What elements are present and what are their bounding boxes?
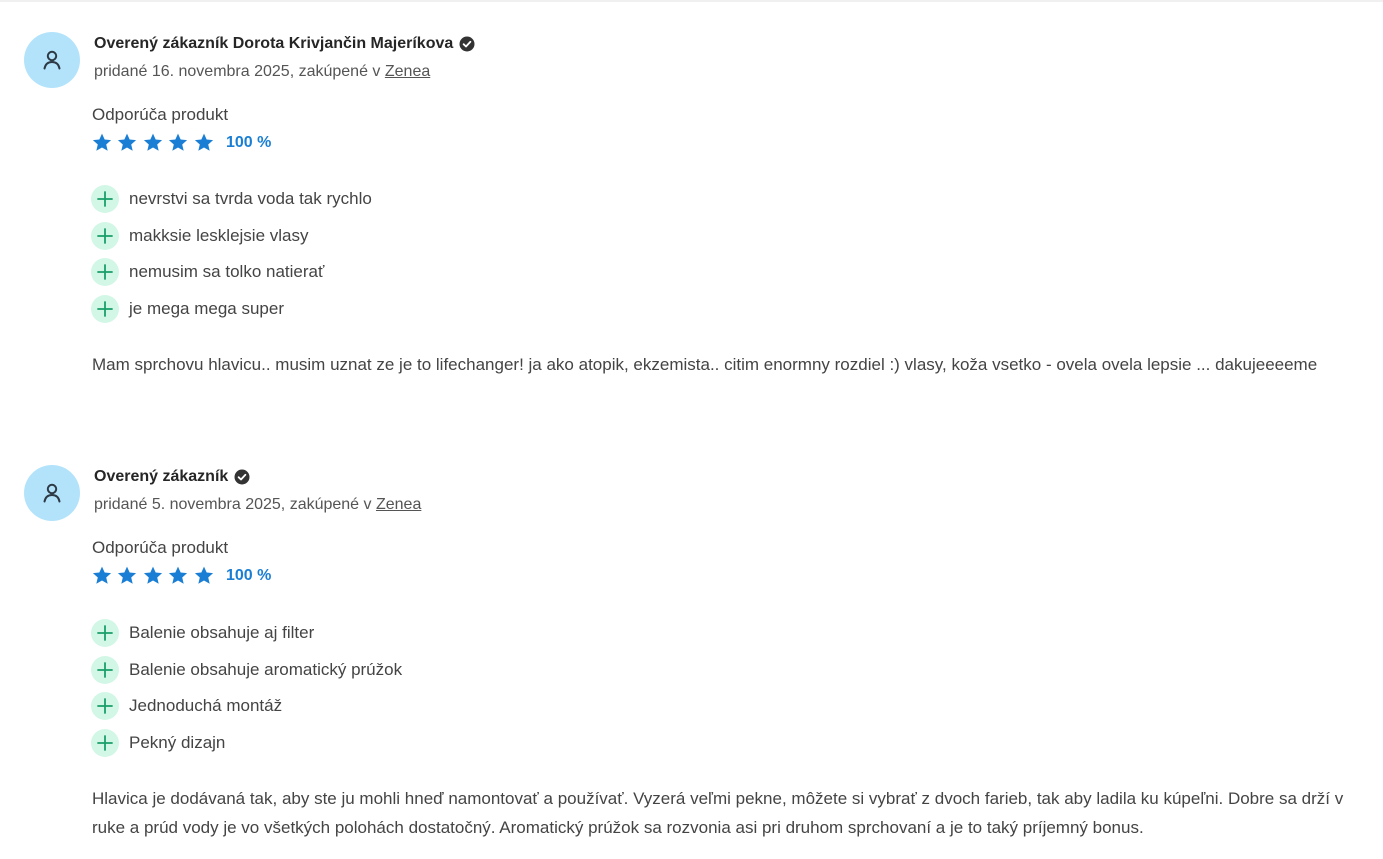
pro-text: Jednoduchá montáž bbox=[129, 696, 283, 716]
recommends-label: Odporúča produkt bbox=[92, 538, 229, 557]
pros-list: nevrstvi sa tvrda voda tak rychlo makksi… bbox=[91, 185, 372, 332]
added-date: pridané 5. novembra 2025, zakúpené v bbox=[94, 496, 376, 513]
pro-item: je mega mega super bbox=[91, 295, 372, 324]
recommends-label: Odporúča produkt bbox=[92, 105, 229, 124]
star-icon bbox=[194, 133, 213, 151]
pros-list: Balenie obsahuje aj filter Balenie obsah… bbox=[91, 619, 402, 766]
star-icon bbox=[92, 133, 112, 151]
store-link[interactable]: Zenea bbox=[385, 63, 430, 80]
pro-text: makksie lesklejsie vlasy bbox=[129, 225, 309, 245]
review-author: Overený zákazník bbox=[94, 468, 250, 486]
author-name: Overený zákazník bbox=[94, 468, 229, 485]
pro-item: Jednoduchá montáž bbox=[91, 692, 402, 721]
plus-icon bbox=[91, 619, 119, 647]
review-meta: pridané 5. novembra 2025, zakúpené v Zen… bbox=[94, 496, 421, 514]
verified-check-icon bbox=[459, 36, 475, 52]
review-author: Overený zákazník Dorota Krivjančin Majer… bbox=[94, 35, 475, 53]
pro-item: nevrstvi sa tvrda voda tak rychlo bbox=[91, 185, 372, 213]
review-text: Mam sprchovu hlavicu.. musim uznat ze je… bbox=[92, 355, 1318, 374]
review-meta: pridané 16. novembra 2025, zakúpené v Ze… bbox=[94, 63, 430, 81]
plus-icon bbox=[91, 221, 119, 250]
rating-percent: 100 % bbox=[225, 567, 272, 584]
star-icon bbox=[194, 566, 213, 584]
pro-item: Pekný dizajn bbox=[91, 729, 402, 758]
user-icon bbox=[43, 50, 61, 70]
star-icon bbox=[169, 133, 188, 151]
pro-text: je mega mega super bbox=[129, 299, 284, 319]
plus-icon bbox=[91, 185, 119, 213]
pro-item: makksie lesklejsie vlasy bbox=[91, 221, 372, 250]
pro-item: Balenie obsahuje aromatický prúžok bbox=[91, 655, 403, 684]
store-link[interactable]: Zenea bbox=[376, 496, 421, 513]
pro-text: Balenie obsahuje aromatický prúžok bbox=[129, 659, 403, 679]
rating-stars: 100 % bbox=[91, 565, 271, 587]
pro-text: nemusim sa tolko natierať bbox=[129, 262, 325, 282]
star-icon bbox=[169, 566, 188, 584]
top-divider bbox=[0, 0, 1383, 2]
review-text: Hlavica je dodávaná tak, aby ste ju mohl… bbox=[92, 789, 1344, 837]
pro-item: Balenie obsahuje aj filter bbox=[91, 619, 402, 647]
plus-icon bbox=[91, 692, 119, 721]
star-icon bbox=[143, 133, 162, 151]
pro-text: Balenie obsahuje aj filter bbox=[129, 623, 315, 642]
verified-check-icon bbox=[234, 469, 250, 485]
star-icon bbox=[143, 566, 162, 584]
plus-icon bbox=[91, 295, 119, 324]
star-icon bbox=[118, 133, 137, 151]
plus-icon bbox=[91, 655, 119, 684]
pro-text: Pekný dizajn bbox=[129, 733, 226, 753]
star-icon bbox=[118, 566, 137, 584]
author-name: Overený zákazník Dorota Krivjančin Majer… bbox=[94, 35, 454, 52]
user-icon bbox=[43, 483, 61, 503]
pro-text: nevrstvi sa tvrda voda tak rychlo bbox=[129, 189, 372, 208]
plus-icon bbox=[91, 729, 119, 758]
added-date: pridané 16. novembra 2025, zakúpené v bbox=[94, 63, 385, 80]
star-icon bbox=[92, 566, 112, 584]
plus-icon bbox=[91, 258, 119, 287]
pro-item: nemusim sa tolko natierať bbox=[91, 258, 372, 287]
avatar bbox=[24, 32, 80, 88]
rating-percent: 100 % bbox=[225, 134, 272, 151]
avatar bbox=[24, 465, 80, 521]
rating-stars: 100 % bbox=[91, 132, 271, 154]
